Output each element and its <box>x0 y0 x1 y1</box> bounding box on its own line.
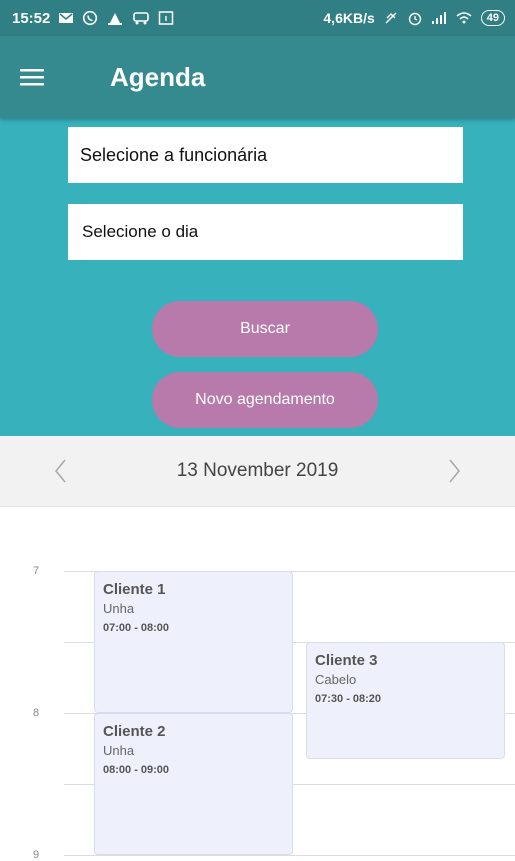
app-icon <box>106 10 124 26</box>
hour-label: 8 <box>33 707 40 719</box>
day-select[interactable]: Selecione o dia <box>68 204 463 260</box>
chevron-left-icon[interactable] <box>30 441 90 501</box>
date-header: 13 November 2019 <box>0 436 515 507</box>
appointment-client: Cliente 1 <box>103 581 166 598</box>
hamburger-menu-icon[interactable] <box>20 47 80 107</box>
hour-line <box>64 855 515 856</box>
status-time: 15:52 <box>12 9 51 27</box>
appointment-client: Cliente 3 <box>315 652 378 669</box>
appointment-time: 07:30 - 08:20 <box>315 693 382 705</box>
appointment-service: Cabelo <box>315 672 357 687</box>
appointment-card[interactable]: Cliente 2 Unha 08:00 - 09:00 <box>94 713 293 855</box>
hour-label: 9 <box>33 849 40 861</box>
new-appointment-button[interactable]: Novo agendamento <box>152 372 378 428</box>
current-date: 13 November 2019 <box>176 460 339 481</box>
appointment-client: Cliente 2 <box>103 723 166 740</box>
wifi-icon <box>455 11 473 25</box>
status-bar: 15:52 4,6KB/s 49 <box>0 0 515 36</box>
chevron-right-icon[interactable] <box>425 441 485 501</box>
appointment-service: Unha <box>103 743 135 758</box>
hour-label: 7 <box>33 565 40 577</box>
appointment-card[interactable]: Cliente 1 Unha 07:00 - 08:00 <box>94 571 293 713</box>
status-bar-left: 15:52 <box>12 10 174 27</box>
status-bar-right: 4,6KB/s 49 <box>323 10 505 26</box>
app-bar: Agenda <box>0 36 515 118</box>
day-timeline: 7 8 9 Cliente 1 Unha 07:00 - 08:00 Clien… <box>0 507 515 861</box>
appointment-time: 08:00 - 09:00 <box>103 764 170 776</box>
appointment-time: 07:00 - 08:00 <box>103 622 170 634</box>
search-button[interactable]: Buscar <box>152 301 378 357</box>
signal-icon <box>431 11 447 25</box>
car-icon <box>132 11 150 25</box>
network-speed: 4,6KB/s <box>323 10 375 26</box>
employee-select[interactable]: Selecione a funcionária <box>68 127 463 183</box>
page-title: Agenda <box>110 61 206 92</box>
whatsapp-icon <box>82 10 98 26</box>
search-form: Selecione a funcionária Selecione o dia … <box>0 118 515 436</box>
appointment-service: Unha <box>103 601 135 616</box>
appointment-card[interactable]: Cliente 3 Cabelo 07:30 - 08:20 <box>306 642 505 759</box>
battery-icon: 49 <box>480 10 505 26</box>
alarm-icon <box>407 10 423 26</box>
calendar-icon <box>158 10 174 26</box>
no-sync-icon <box>383 10 399 26</box>
mail-icon <box>58 11 74 25</box>
